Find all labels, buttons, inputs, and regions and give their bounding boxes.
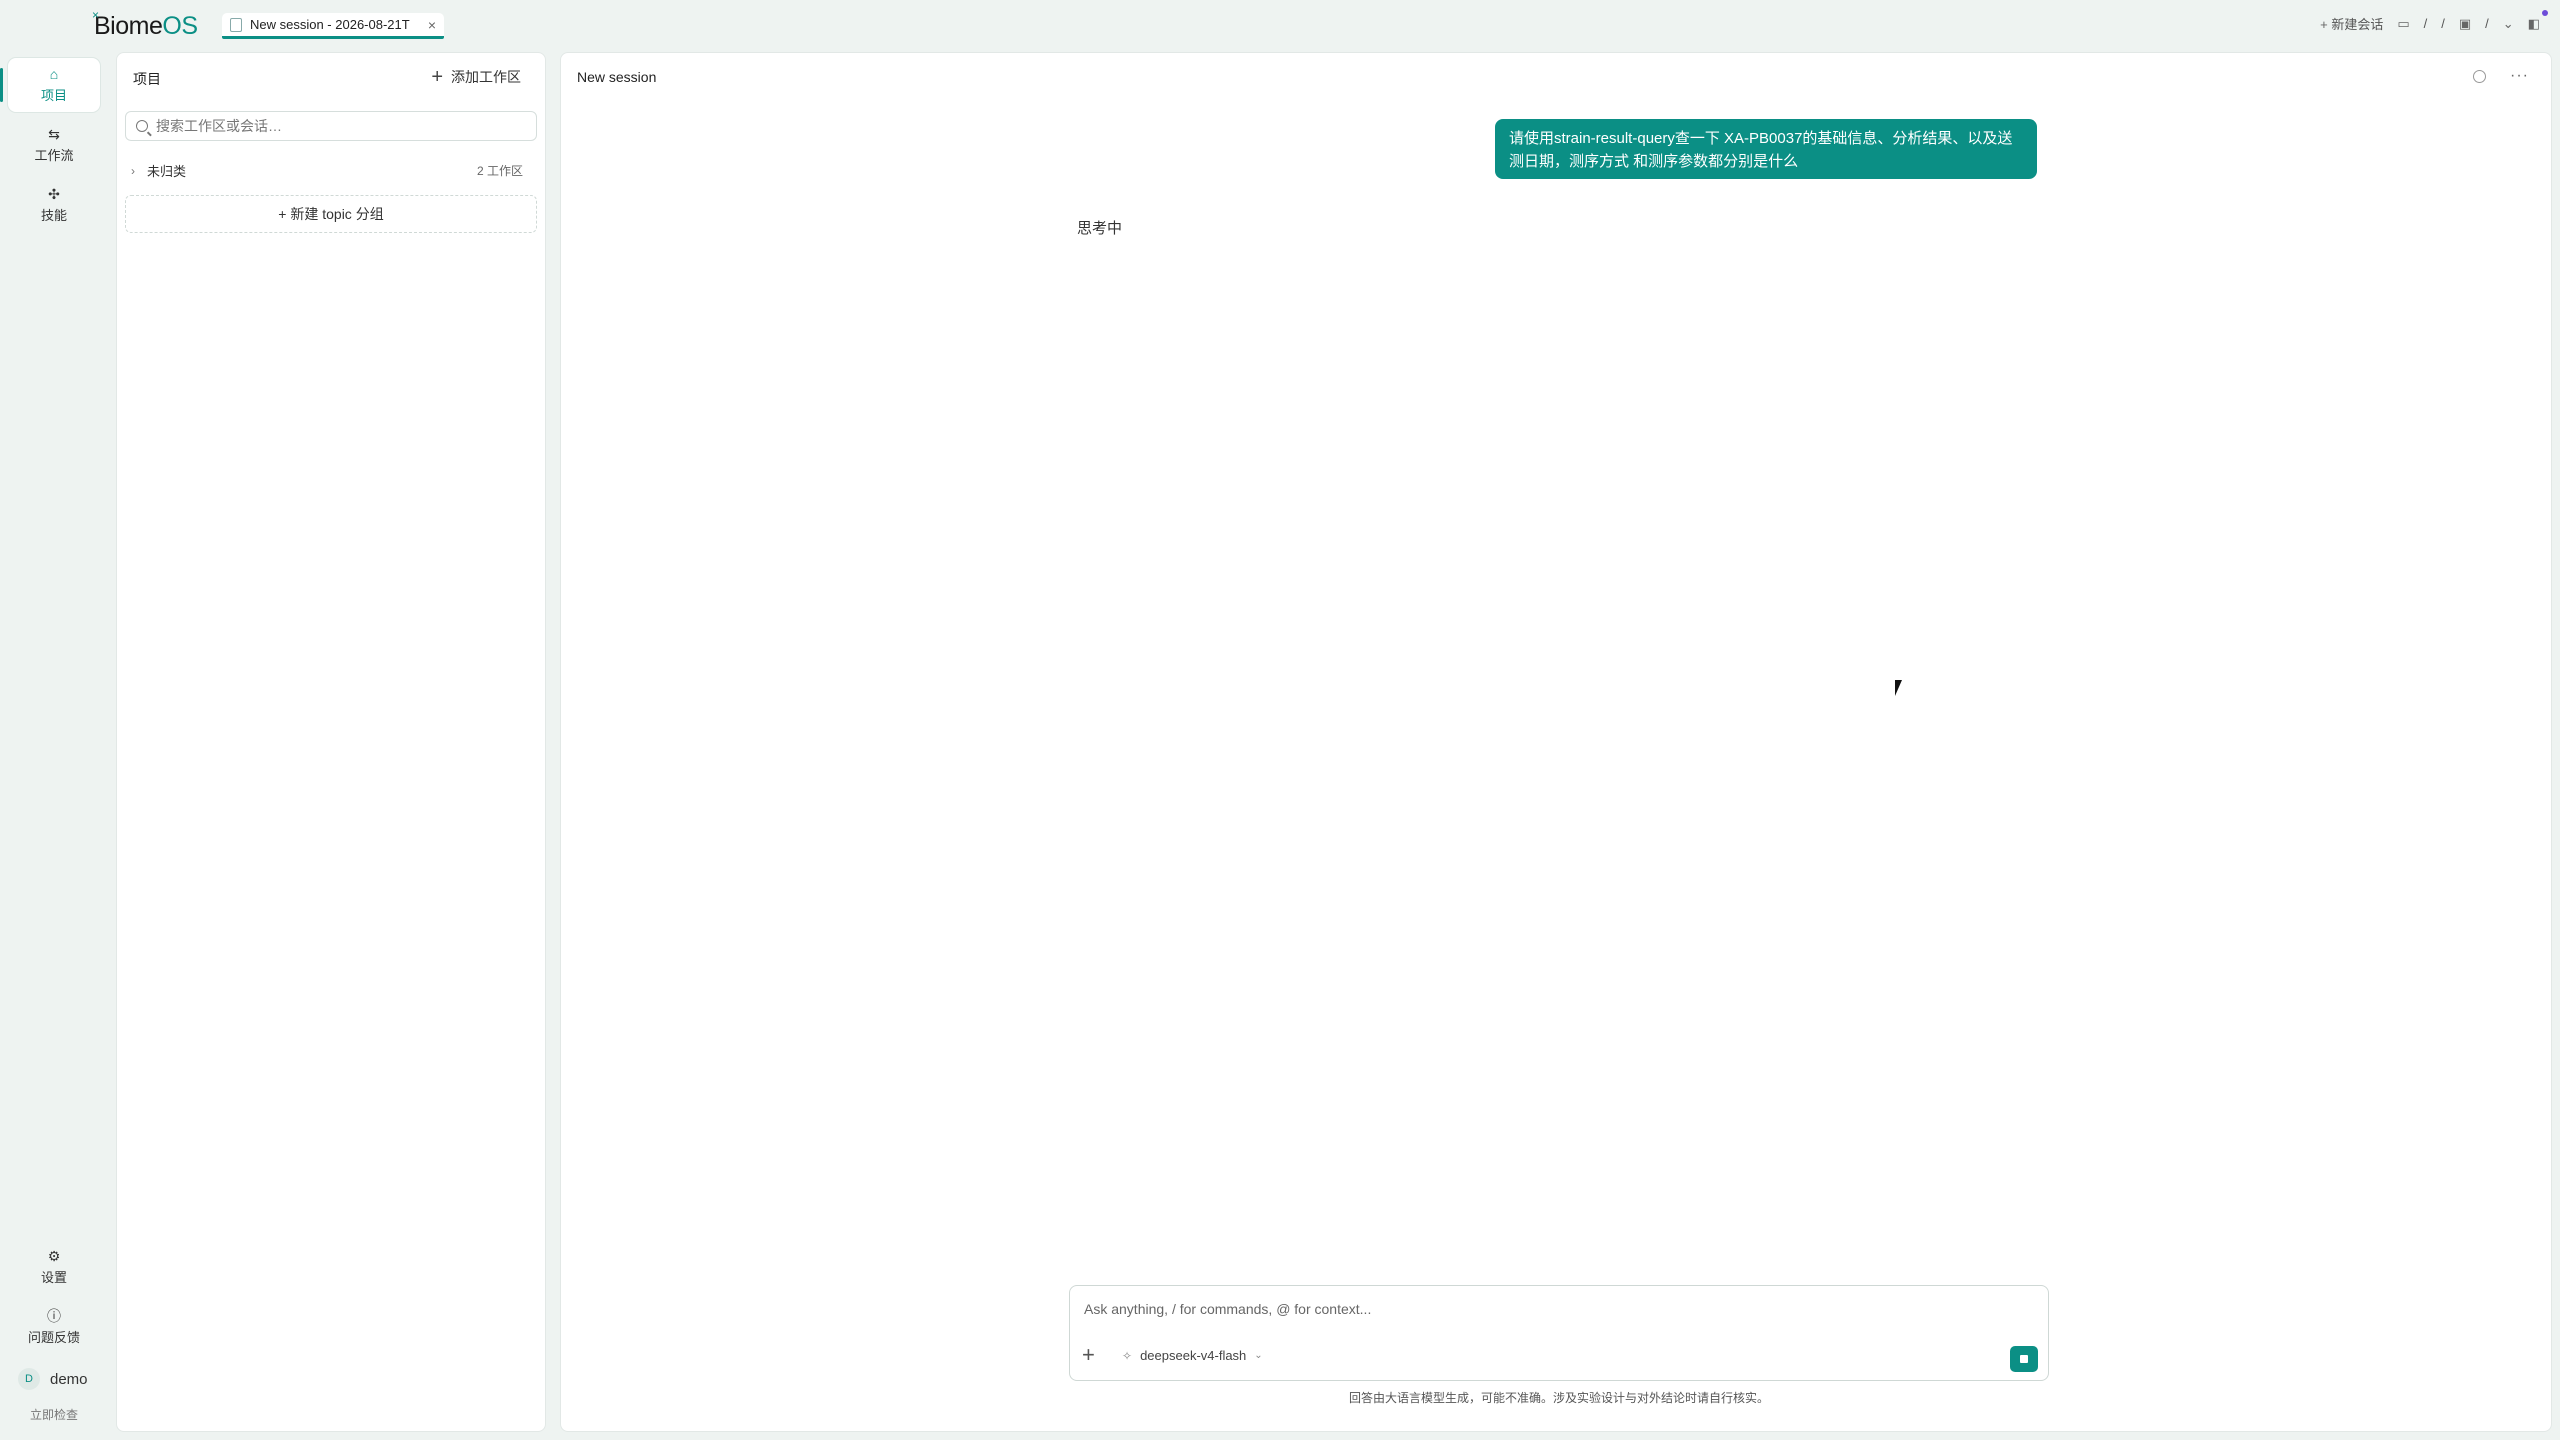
rail-item-settings[interactable]: ⚙ 设置	[8, 1240, 100, 1294]
disclaimer: 回答由大语言模型生成，可能不准确。涉及实验设计与对外结论时请自行核实。	[1348, 1391, 1769, 1405]
chevron-down-icon[interactable]: ⌄	[2503, 16, 2514, 32]
stop-button[interactable]	[2010, 1346, 2038, 1372]
plus-icon: +	[431, 66, 443, 88]
close-icon[interactable]: ×	[428, 17, 436, 33]
logo-mark: ×	[92, 8, 99, 22]
left-rail: ⌂ 项目 ⇆ 工作流 ✣ 技能 ⚙ 设置 ⓘ 问题反馈 D demo	[0, 56, 108, 1440]
model-name: deepseek-v4-flash	[1140, 1348, 1247, 1363]
chevron-down-icon: ⌄	[1254, 1350, 1263, 1361]
session-tab[interactable]: New session - 2026-08-21T ×	[222, 13, 444, 39]
gear-icon: ⚙	[47, 1247, 61, 1264]
help-icon: ⓘ	[47, 1307, 61, 1324]
home-icon: ⌂	[49, 65, 59, 82]
new-chat-button[interactable]: + 新建会话	[2320, 14, 2383, 33]
attach-plus-icon[interactable]: +	[1082, 1344, 1095, 1366]
group-count: 2 工作区	[476, 164, 523, 178]
mouse-cursor	[1895, 680, 1902, 696]
chat-input[interactable]	[1084, 1296, 2024, 1322]
file-icon	[230, 17, 242, 32]
thinking-indicator: 思考中	[1077, 220, 1123, 237]
status-icon[interactable]	[2473, 69, 2487, 83]
path-separator: /	[2485, 16, 2489, 31]
rail-item-projects[interactable]: ⌂ 项目	[0, 58, 100, 112]
path-separator: /	[2423, 16, 2428, 31]
rail-item-skills[interactable]: ✣ 技能	[8, 178, 100, 232]
user-profile[interactable]: D demo	[18, 1368, 88, 1390]
sparkle-icon: ✧	[1122, 1348, 1133, 1363]
chat-panel: New session ··· 请使用strain-result-query查一…	[560, 52, 2552, 1432]
user-message: 请使用strain-result-query查一下 XA-PB0037的基础信息…	[1495, 119, 2037, 179]
composer: + ✧ deepseek-v4-flash ⌄	[1069, 1285, 2049, 1381]
session-title: New session	[577, 69, 657, 85]
path-separator: /	[2441, 16, 2445, 31]
rail-item-feedback[interactable]: ⓘ 问题反馈	[8, 1300, 100, 1354]
group-name: 未归类	[147, 164, 187, 179]
rail-item-workflow[interactable]: ⇆ 工作流	[8, 118, 100, 172]
more-icon[interactable]: ···	[2510, 67, 2529, 85]
add-workspace-button[interactable]: + 添加工作区	[431, 67, 521, 87]
notification-dot	[2542, 9, 2548, 16]
model-selector[interactable]: ✧ deepseek-v4-flash ⌄	[1122, 1348, 1263, 1363]
new-topic-button[interactable]: + 新建 topic 分组	[125, 195, 537, 233]
app-logo: × BiomeOS	[92, 8, 198, 40]
group-uncategorized[interactable]: › 未归类 2 工作区	[131, 161, 533, 180]
plus-icon: +	[2320, 17, 2328, 32]
chevron-right-icon[interactable]: ›	[131, 164, 135, 178]
project-panel: 项目 + 添加工作区 › 未归类 2 工作区 + 新建 topic 分组	[116, 52, 546, 1432]
search-input[interactable]	[156, 118, 526, 134]
avatar: D	[18, 1368, 40, 1390]
workflow-icon: ⇆	[48, 125, 60, 142]
top-actions: + 新建会话 ▭ / / ▣ / ⌄ ◧	[2320, 9, 2548, 33]
user-name: demo	[50, 1370, 88, 1388]
search-icon	[136, 120, 148, 132]
skill-icon: ✣	[48, 185, 60, 202]
top-bar: × BiomeOS New session - 2026-08-21T × + 新…	[0, 0, 2560, 48]
chat-tools: ···	[2473, 67, 2529, 85]
check-now-link[interactable]: 立即检查	[0, 1406, 108, 1423]
stop-icon	[2020, 1355, 2028, 1363]
folder-icon[interactable]: ▭	[2397, 16, 2409, 32]
search-box[interactable]	[125, 111, 537, 141]
box-icon[interactable]: ▣	[2459, 16, 2471, 32]
layout-icon[interactable]: ◧	[2528, 9, 2548, 32]
tab-label: New session - 2026-08-21T	[250, 17, 410, 32]
panel-title: 项目	[133, 71, 161, 87]
